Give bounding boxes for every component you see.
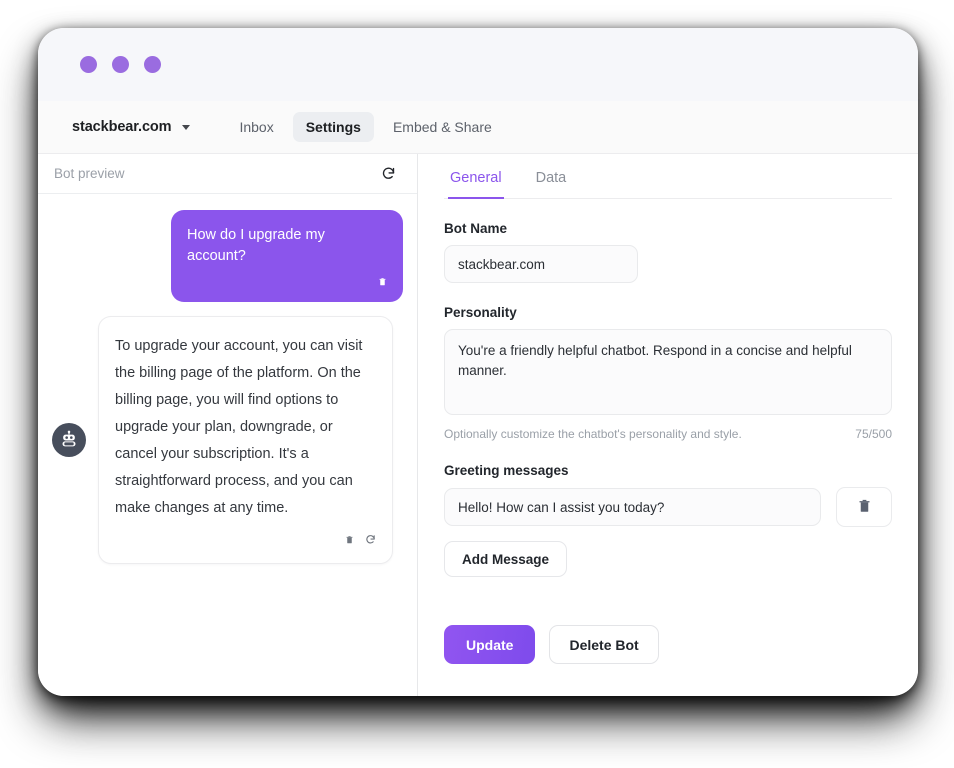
nav-tab-embed-share[interactable]: Embed & Share — [380, 112, 505, 142]
bot-bubble-actions — [115, 528, 376, 555]
browser-window: stackbear.com Inbox Settings Embed & Sha… — [38, 28, 918, 696]
traffic-light-dot-1[interactable] — [80, 56, 97, 73]
update-button[interactable]: Update — [444, 625, 536, 664]
tab-data[interactable]: Data — [534, 154, 569, 199]
greeting-field: Greeting messages Hello! How can I assis… — [444, 441, 892, 577]
personality-char-counter: 75/500 — [855, 427, 892, 441]
personality-hint: Optionally customize the chatbot's perso… — [444, 427, 742, 441]
personality-field: Personality Optionally customize the cha… — [444, 283, 892, 441]
delete-bot-button[interactable]: Delete Bot — [549, 625, 659, 664]
greeting-row — [444, 487, 892, 527]
window-titlebar — [38, 28, 918, 101]
robot-avatar-icon — [52, 422, 86, 457]
settings-panel: General Data Bot Name Personality Option… — [418, 154, 918, 696]
screenshot-stage: stackbear.com Inbox Settings Embed & Sha… — [0, 0, 954, 768]
add-message-button[interactable]: Add Message — [444, 541, 568, 577]
personality-textarea[interactable] — [444, 329, 892, 415]
greeting-label: Greeting messages — [444, 463, 569, 478]
nav-tabs: Inbox Settings Embed & Share — [226, 112, 504, 142]
chevron-down-icon — [182, 124, 191, 130]
traffic-light-dot-3[interactable] — [144, 56, 161, 73]
bot-message-trash-icon[interactable] — [345, 528, 354, 555]
chat-message-user: How do I upgrade my account? — [52, 210, 403, 303]
user-bubble: How do I upgrade my account? — [171, 210, 403, 303]
bot-preview-title: Bot preview — [54, 166, 125, 181]
personality-label: Personality — [444, 305, 517, 320]
user-bubble-actions — [187, 273, 387, 294]
bot-preview-panel: Bot preview How do I upgrade my account? — [38, 154, 418, 696]
greeting-input[interactable] — [444, 488, 821, 526]
bot-preview-header: Bot preview — [38, 154, 417, 194]
workspace-selector[interactable]: stackbear.com — [62, 113, 200, 141]
chat-transcript: How do I upgrade my account? To upgrade … — [38, 194, 417, 696]
user-message-text: How do I upgrade my account? — [187, 227, 325, 265]
bot-name-field: Bot Name — [444, 199, 892, 283]
trash-icon — [857, 497, 872, 517]
settings-tabs: General Data — [444, 154, 892, 199]
settings-actions: Update Delete Bot — [444, 625, 892, 664]
nav-tab-settings[interactable]: Settings — [292, 112, 374, 142]
personality-meta: Optionally customize the chatbot's perso… — [444, 427, 892, 441]
traffic-light-dot-2[interactable] — [112, 56, 129, 73]
main-split: Bot preview How do I upgrade my account? — [38, 153, 918, 696]
tab-general[interactable]: General — [448, 154, 504, 199]
user-message-trash-icon[interactable] — [378, 273, 387, 294]
workspace-label: stackbear.com — [72, 119, 172, 135]
greeting-delete-button[interactable] — [836, 487, 892, 527]
nav-tab-inbox[interactable]: Inbox — [226, 112, 286, 142]
bot-message-refresh-icon[interactable] — [365, 528, 376, 555]
bot-bubble: To upgrade your account, you can visit t… — [98, 316, 393, 564]
bot-name-label: Bot Name — [444, 221, 508, 236]
bot-name-input[interactable] — [444, 245, 638, 283]
preview-refresh-icon[interactable] — [377, 163, 399, 185]
chat-message-bot: To upgrade your account, you can visit t… — [52, 316, 403, 564]
bot-message-text: To upgrade your account, you can visit t… — [115, 338, 363, 516]
app-navbar: stackbear.com Inbox Settings Embed & Sha… — [38, 101, 918, 153]
